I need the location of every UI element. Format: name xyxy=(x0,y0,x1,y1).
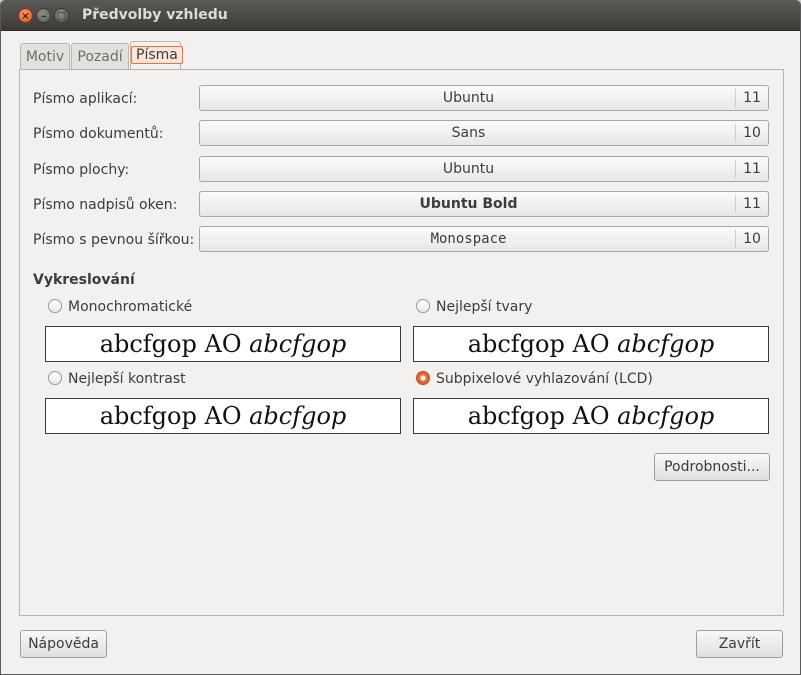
preview-subpixel[interactable]: abcfgop AO abcfgop xyxy=(413,398,769,434)
monospace-font-name: Monospace xyxy=(430,231,507,247)
radio-best-contrast-label: Nejlepší kontrast xyxy=(68,371,186,387)
tab-pisma-label: Písma xyxy=(131,46,183,64)
radio-circle-icon[interactable] xyxy=(48,299,62,313)
preview-sample-italic: abcfgop xyxy=(617,402,715,430)
radio-circle-icon[interactable] xyxy=(416,299,430,313)
document-font-label: Písmo dokumentů: xyxy=(33,126,164,142)
appearance-preferences-window: × – □ Předvolby vzhledu Motiv Pozadí Pís… xyxy=(0,0,801,675)
preview-best-contrast[interactable]: abcfgop AO abcfgop xyxy=(45,398,401,434)
window-title-font-label: Písmo nadpisů oken: xyxy=(33,197,178,213)
close-window-icon[interactable]: × xyxy=(18,8,33,23)
preview-sample-italic: abcfgop xyxy=(249,402,347,430)
help-button[interactable]: Nápověda xyxy=(20,630,107,658)
window-title: Předvolby vzhledu xyxy=(82,7,228,23)
document-font-name: Sans xyxy=(451,125,486,141)
radio-best-shapes-label: Nejlepší tvary xyxy=(436,299,533,315)
close-button[interactable]: Zavřít xyxy=(696,630,783,658)
application-font-label: Písmo aplikací: xyxy=(33,91,138,107)
maximize-window-icon[interactable]: □ xyxy=(54,8,69,23)
application-font-size: 11 xyxy=(735,89,768,107)
preview-best-shapes[interactable]: abcfgop AO abcfgop xyxy=(413,326,769,362)
monospace-font-button[interactable]: Monospace 10 xyxy=(199,226,769,252)
radio-selected-icon[interactable] xyxy=(416,371,430,385)
details-button[interactable]: Podrobnosti... xyxy=(654,453,770,481)
document-font-button[interactable]: Sans 10 xyxy=(199,120,769,146)
preview-sample-italic: abcfgop xyxy=(249,330,347,358)
desktop-font-label: Písmo plochy: xyxy=(33,162,130,178)
tab-motiv[interactable]: Motiv xyxy=(20,43,70,70)
radio-best-contrast[interactable]: Nejlepší kontrast xyxy=(48,371,186,387)
rendering-heading: Vykreslování xyxy=(33,272,135,288)
document-font-size: 10 xyxy=(735,124,768,142)
desktop-font-name: Ubuntu xyxy=(442,161,495,177)
application-font-button[interactable]: Ubuntu 11 xyxy=(199,85,769,111)
radio-circle-icon[interactable] xyxy=(48,371,62,385)
tab-pozadi[interactable]: Pozadí xyxy=(71,43,129,70)
window-title-font-name: Ubuntu Bold xyxy=(419,196,518,212)
preview-sample-regular: abcfgop AO xyxy=(467,330,618,358)
radio-subpixel-label: Subpixelové vyhlazování (LCD) xyxy=(436,371,653,387)
desktop-font-button[interactable]: Ubuntu 11 xyxy=(199,156,769,182)
preview-sample-regular: abcfgop AO xyxy=(99,402,250,430)
preview-sample-italic: abcfgop xyxy=(617,330,715,358)
preview-monochrome[interactable]: abcfgop AO abcfgop xyxy=(45,326,401,362)
radio-monochrome-label: Monochromatické xyxy=(68,299,193,315)
monospace-font-label: Písmo s pevnou šířkou: xyxy=(33,232,195,248)
minimize-window-icon[interactable]: – xyxy=(36,8,51,23)
tab-pisma[interactable]: Písma xyxy=(130,41,183,70)
fonts-panel: Písmo aplikací: Ubuntu 11 Písmo dokument… xyxy=(19,69,784,616)
preview-sample-regular: abcfgop AO xyxy=(99,330,250,358)
radio-best-shapes[interactable]: Nejlepší tvary xyxy=(416,299,532,315)
window-title-font-size: 11 xyxy=(735,195,768,213)
radio-monochrome[interactable]: Monochromatické xyxy=(48,299,192,315)
window-title-font-button[interactable]: Ubuntu Bold 11 xyxy=(199,191,769,217)
radio-subpixel[interactable]: Subpixelové vyhlazování (LCD) xyxy=(416,371,653,387)
preview-sample-regular: abcfgop AO xyxy=(467,402,618,430)
monospace-font-size: 10 xyxy=(735,230,768,248)
application-font-name: Ubuntu xyxy=(442,90,495,106)
titlebar: × – □ Předvolby vzhledu xyxy=(1,1,800,31)
desktop-font-size: 11 xyxy=(735,160,768,178)
